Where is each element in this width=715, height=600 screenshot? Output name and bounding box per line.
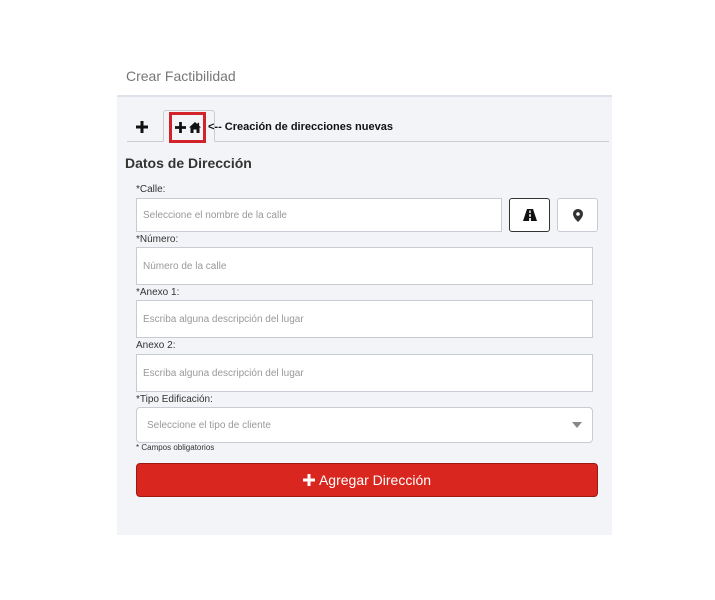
anexo1-placeholder: Escriba alguna descripción del lugar — [143, 313, 304, 325]
add-address-label: Agregar Dirección — [318, 472, 432, 488]
calle-label: *Calle: — [136, 184, 166, 195]
numero-label: *Número: — [136, 234, 179, 245]
chevron-down-icon — [572, 422, 582, 428]
numero-placeholder: Número de la calle — [143, 260, 227, 272]
annotation-text: <-- Creación de direcciones nuevas — [208, 121, 393, 133]
tipo-select[interactable]: Seleccione el tipo de cliente — [136, 407, 593, 443]
required-note: * Campos obligatorios — [136, 443, 215, 452]
section-title: Datos de Dirección — [125, 155, 252, 171]
plus-icon — [302, 474, 315, 486]
tipo-label: *Tipo Edificación: — [136, 394, 213, 405]
anexo2-placeholder: Escriba alguna descripción del lugar — [143, 367, 304, 379]
tab-new-address-highlight[interactable] — [169, 112, 206, 143]
road-button[interactable] — [509, 198, 550, 232]
calle-placeholder: Seleccione el nombre de la calle — [143, 209, 287, 221]
road-icon — [522, 209, 537, 221]
plus-icon — [174, 122, 186, 133]
address-form-panel: <-- Creación de direcciones nuevas Datos… — [117, 95, 612, 535]
add-address-button[interactable]: Agregar Dirección — [136, 463, 598, 497]
anexo2-label: Anexo 2: — [136, 340, 176, 351]
numero-input[interactable]: Número de la calle — [136, 247, 593, 285]
anexo1-label: *Anexo 1: — [136, 287, 180, 298]
anexo1-input[interactable]: Escriba alguna descripción del lugar — [136, 300, 593, 338]
map-pin-button[interactable] — [557, 198, 598, 232]
plus-icon — [136, 121, 148, 133]
map-pin-icon — [572, 208, 583, 222]
calle-input[interactable]: Seleccione el nombre de la calle — [136, 198, 502, 232]
anexo2-input[interactable]: Escriba alguna descripción del lugar — [136, 354, 593, 392]
tab-add[interactable] — [131, 116, 153, 138]
home-icon — [188, 122, 201, 133]
tipo-placeholder: Seleccione el tipo de cliente — [147, 419, 271, 431]
page-title: Crear Factibilidad — [126, 68, 236, 84]
